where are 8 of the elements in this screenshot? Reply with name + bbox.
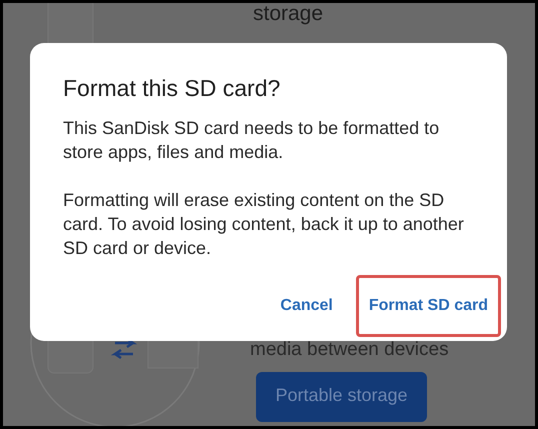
description-text: media between devices — [250, 338, 449, 362]
portable-storage-button[interactable]: Portable storage — [256, 372, 427, 422]
dialog-message: Formatting will erase existing content on the SD card. To avoid losing content, back it up to another SD card or device. — [63, 189, 465, 260]
heading-text: storage — [253, 3, 324, 25]
dialog-button[interactable]: Cancel — [267, 275, 346, 337]
dialog-message: This SanDisk SD card needs to be formatted to store apps, files and media. — [63, 117, 440, 164]
dialog-title: Format this SD card? — [63, 74, 282, 102]
dialog-button[interactable]: Format SD card — [356, 275, 501, 337]
